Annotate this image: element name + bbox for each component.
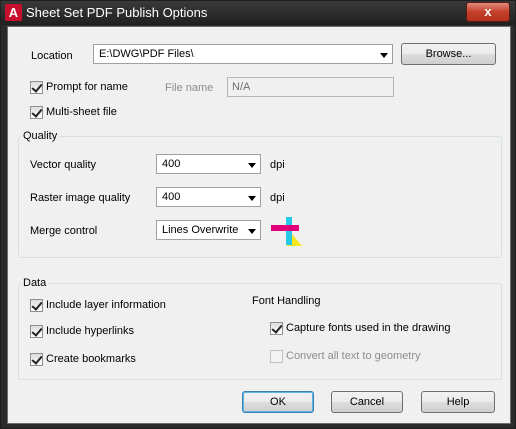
merge-control-label: Merge control: [30, 225, 98, 237]
ok-button[interactable]: OK: [242, 391, 314, 413]
multi-sheet-label: Multi-sheet file: [46, 106, 117, 118]
raster-quality-combo[interactable]: 400: [156, 187, 261, 207]
check-mark-icon: [31, 106, 43, 118]
convert-text-checkbox: [270, 350, 283, 363]
check-mark-icon: [31, 353, 43, 365]
cancel-button[interactable]: Cancel: [331, 391, 403, 413]
dialog-body: Location E:\DWG\PDF Files\ Browse... Pro…: [7, 26, 511, 424]
raster-quality-value: 400: [162, 191, 181, 203]
include-layer-label: Include layer information: [46, 299, 166, 311]
multi-sheet-checkbox[interactable]: [30, 106, 43, 119]
check-mark-icon: [31, 325, 43, 337]
location-label: Location: [31, 50, 73, 62]
title-bar[interactable]: A Sheet Set PDF Publish Options x: [1, 1, 515, 25]
convert-text-label: Convert all text to geometry: [286, 350, 421, 362]
window-title: Sheet Set PDF Publish Options: [26, 5, 208, 20]
capture-fonts-label: Capture fonts used in the drawing: [286, 322, 451, 334]
vector-quality-combo[interactable]: 400: [156, 154, 261, 174]
location-value: E:\DWG\PDF Files\: [99, 48, 194, 60]
check-mark-icon: [271, 322, 283, 334]
close-button[interactable]: x: [466, 2, 510, 22]
font-handling-label: Font Handling: [252, 295, 321, 307]
vector-quality-value: 400: [162, 158, 181, 170]
location-combo[interactable]: E:\DWG\PDF Files\: [93, 44, 393, 64]
raster-quality-label: Raster image quality: [30, 192, 131, 204]
merge-control-value: Lines Overwrite: [162, 224, 239, 236]
prompt-for-name-label: Prompt for name: [46, 81, 128, 93]
create-bookmarks-checkbox[interactable]: [30, 353, 43, 366]
check-mark-icon: [31, 81, 43, 93]
merge-control-combo[interactable]: Lines Overwrite: [156, 220, 261, 240]
chevron-down-icon[interactable]: [248, 196, 256, 201]
file-name-field: N/A: [227, 77, 394, 97]
help-button[interactable]: Help: [421, 391, 495, 413]
data-group-label: Data: [21, 277, 49, 289]
vector-dpi-unit: dpi: [270, 159, 285, 171]
chevron-down-icon[interactable]: [380, 53, 388, 58]
autocad-logo-icon: A: [5, 4, 22, 21]
quality-group-label: Quality: [21, 130, 60, 142]
browse-button[interactable]: Browse...: [401, 43, 496, 65]
prompt-for-name-checkbox[interactable]: [30, 81, 43, 94]
create-bookmarks-label: Create bookmarks: [46, 353, 136, 365]
dialog-window: A Sheet Set PDF Publish Options x Locati…: [0, 0, 516, 429]
include-hyperlinks-checkbox[interactable]: [30, 325, 43, 338]
chevron-down-icon[interactable]: [248, 163, 256, 168]
raster-dpi-unit: dpi: [270, 192, 285, 204]
include-layer-checkbox[interactable]: [30, 299, 43, 312]
check-mark-icon: [31, 299, 43, 311]
include-hyperlinks-label: Include hyperlinks: [46, 325, 135, 337]
vector-quality-label: Vector quality: [30, 159, 97, 171]
file-name-value: N/A: [232, 81, 251, 93]
capture-fonts-checkbox[interactable]: [270, 322, 283, 335]
chevron-down-icon[interactable]: [248, 229, 256, 234]
file-name-label: File name: [165, 82, 214, 94]
merge-preview-icon: [271, 217, 302, 246]
